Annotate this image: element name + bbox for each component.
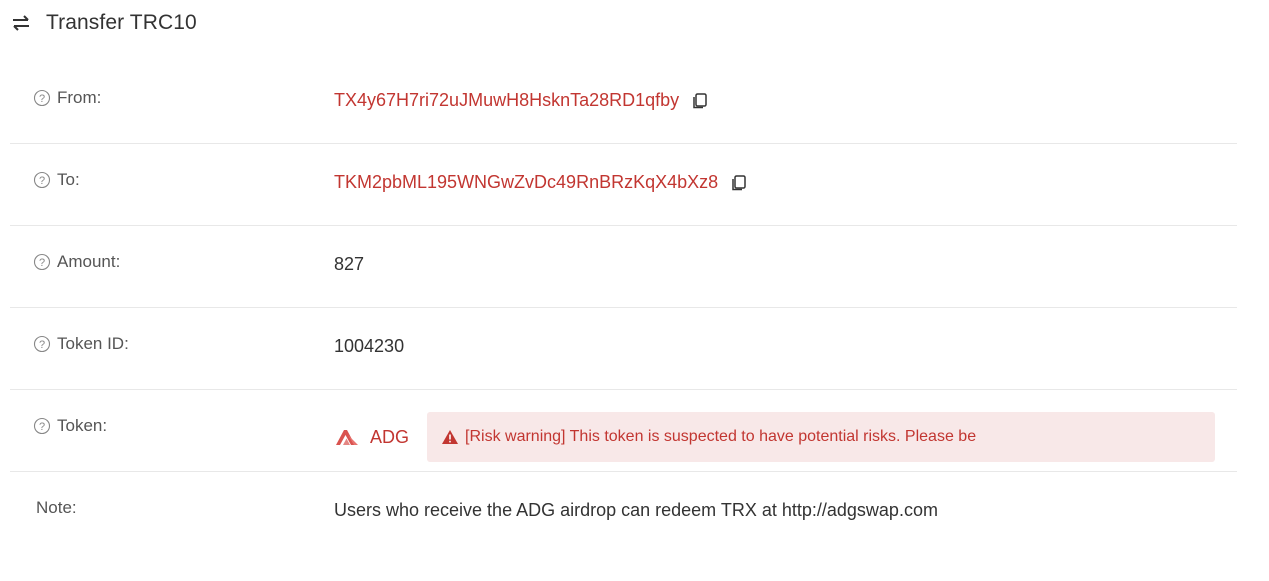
from-value-group: TX4y67H7ri72uJMuwH8HsknTa28RD1qfby — [334, 90, 709, 111]
copy-icon[interactable] — [691, 92, 709, 110]
token-id-text: 1004230 — [334, 336, 405, 356]
token-id-label: Token ID: — [57, 334, 129, 353]
row-from: ? From: TX4y67H7ri72uJMuwH8HsknTa28RD1qf… — [10, 62, 1237, 144]
to-label: To: — [57, 170, 80, 189]
help-icon[interactable]: ? — [33, 253, 51, 271]
token-logo-icon — [334, 427, 360, 447]
amount-value: 827 — [334, 254, 364, 275]
note-label-group: Note: — [36, 498, 77, 518]
copy-icon[interactable] — [730, 174, 748, 192]
token-link[interactable]: ADG — [334, 427, 409, 448]
risk-warning-text: [Risk warning] This token is suspected t… — [465, 428, 977, 445]
amount-label: Amount: — [57, 252, 121, 271]
row-amount: ? Amount: 827 — [10, 226, 1237, 308]
row-token: ? Token: ADG [Risk warning] This token i… — [10, 390, 1237, 472]
amount-text: 827 — [334, 254, 365, 274]
amount-label-group: ? Amount: — [33, 252, 120, 272]
row-note: Note: Users who receive the ADG airdrop … — [10, 472, 1237, 554]
warning-triangle-icon — [441, 429, 459, 445]
note-label: Note: — [36, 498, 77, 517]
svg-text:?: ? — [39, 93, 45, 105]
to-label-group: ? To: — [33, 170, 80, 190]
page-header: Transfer TRC10 — [10, 6, 197, 40]
transfer-arrows-icon — [10, 12, 32, 34]
help-icon[interactable]: ? — [33, 417, 51, 435]
row-to: ? To: TKM2pbML195WNGwZvDc49RnBRzKqX4bXz8 — [10, 144, 1237, 226]
token-value-group: ADG [Risk warning] This token is suspect… — [334, 412, 1216, 462]
page-title: Transfer TRC10 — [46, 11, 197, 34]
row-token-id: ? Token ID: 1004230 — [10, 308, 1237, 390]
token-id-value: 1004230 — [334, 336, 404, 357]
from-address-link[interactable]: TX4y67H7ri72uJMuwH8HsknTa28RD1qfby — [334, 90, 679, 111]
token-name: ADG — [370, 426, 410, 447]
to-address-link[interactable]: TKM2pbML195WNGwZvDc49RnBRzKqX4bXz8 — [334, 172, 718, 193]
risk-warning-banner: [Risk warning] This token is suspected t… — [427, 412, 1216, 462]
from-label: From: — [57, 88, 102, 107]
token-label: Token: — [57, 416, 108, 435]
from-label-group: ? From: — [33, 88, 101, 108]
svg-text:?: ? — [39, 421, 45, 433]
token-id-label-group: ? Token ID: — [33, 334, 129, 354]
help-icon[interactable]: ? — [33, 171, 51, 189]
to-value-group: TKM2pbML195WNGwZvDc49RnBRzKqX4bXz8 — [334, 172, 748, 193]
transfer-details: ? From: TX4y67H7ri72uJMuwH8HsknTa28RD1qf… — [10, 62, 1237, 554]
svg-text:?: ? — [39, 339, 45, 351]
token-label-group: ? Token: — [33, 416, 107, 436]
note-value: Users who receive the ADG airdrop can re… — [334, 500, 938, 521]
note-text: Users who receive the ADG airdrop can re… — [334, 500, 938, 520]
help-icon[interactable]: ? — [33, 335, 51, 353]
svg-text:?: ? — [39, 175, 45, 187]
svg-text:?: ? — [39, 257, 45, 269]
help-icon[interactable]: ? — [33, 89, 51, 107]
